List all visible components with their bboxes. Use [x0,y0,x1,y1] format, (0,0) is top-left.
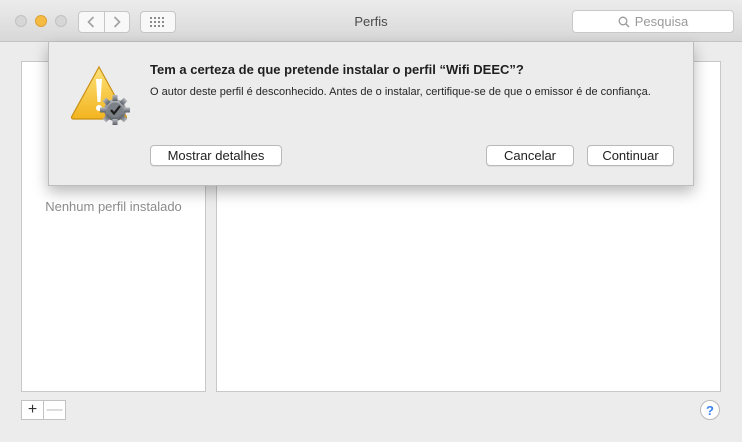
search-field[interactable]: Pesquisa [572,10,734,33]
dialog-message: O autor deste perfil é desconhecido. Ant… [150,86,651,98]
add-profile-button[interactable]: + [22,401,43,419]
show-details-button[interactable]: Mostrar detalhes [150,145,282,166]
preferences-window: Perfis Pesquisa Nenhum perfil instalado … [0,0,742,442]
add-remove-controls: + — [21,400,66,420]
title-bar: Perfis Pesquisa [0,0,742,42]
magnifier-icon [618,16,630,27]
cancel-button[interactable]: Cancelar [486,145,574,166]
empty-list-text: Nenhum perfil instalado [45,199,182,214]
continue-button[interactable]: Continuar [587,145,674,166]
search-placeholder: Pesquisa [634,14,689,29]
help-button[interactable]: ? [700,400,720,420]
warning-icon [70,65,130,125]
dialog-heading: Tem a certeza de que pretende instalar o… [150,62,524,77]
install-confirmation-sheet: Tem a certeza de que pretende instalar o… [48,42,694,186]
remove-profile-button[interactable]: — [43,401,65,419]
